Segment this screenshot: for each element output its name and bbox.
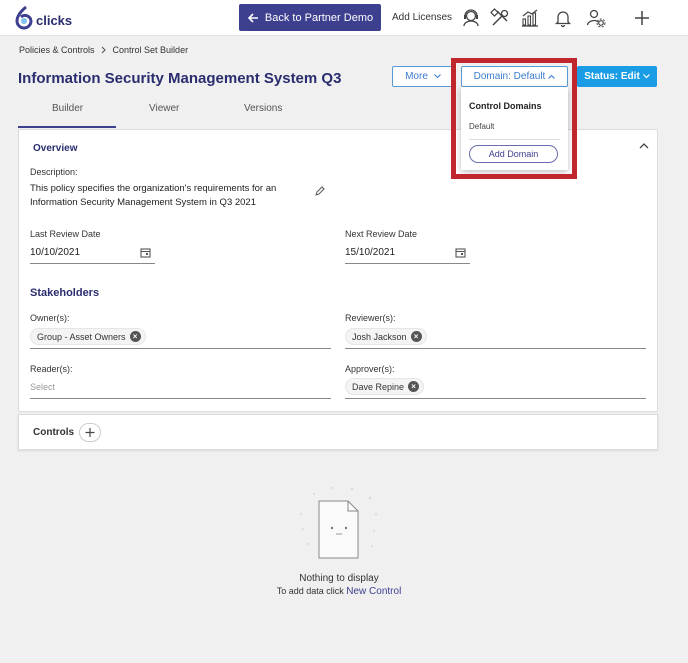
- owners-label: Owner(s):: [30, 313, 70, 323]
- more-button[interactable]: More: [392, 66, 454, 87]
- empty-state-hint: To add data click New Control: [0, 586, 678, 597]
- chevron-right-icon: [101, 46, 106, 54]
- chevron-down-icon: [434, 74, 441, 79]
- tab-versions[interactable]: Versions: [244, 103, 282, 114]
- remove-chip-icon[interactable]: ×: [129, 331, 141, 342]
- last-review-date-label: Last Review Date: [30, 229, 101, 239]
- calendar-icon[interactable]: [455, 247, 466, 258]
- next-review-date-underline: [345, 263, 470, 264]
- empty-state-title: Nothing to display: [299, 573, 379, 584]
- reviewers-label: Reviewer(s):: [345, 313, 396, 323]
- approver-chip-label: Dave Repine: [352, 381, 405, 392]
- description-line-2: Information Security Management System i…: [30, 197, 257, 208]
- more-button-label: More: [405, 71, 428, 82]
- reviewer-chip-label: Josh Jackson: [352, 331, 407, 342]
- user-settings-icon[interactable]: [586, 8, 606, 28]
- breadcrumb-item-control-set-builder: Control Set Builder: [112, 45, 189, 55]
- analytics-icon[interactable]: [520, 8, 540, 28]
- last-review-date-underline: [30, 263, 155, 264]
- owner-chip: Group - Asset Owners ×: [30, 328, 146, 345]
- breadcrumb-item-policies[interactable]: Policies & Controls: [19, 45, 95, 55]
- controls-card: Controls: [18, 414, 658, 450]
- arrow-left-icon: [247, 12, 258, 23]
- logo-mark-icon: [15, 6, 33, 30]
- back-to-partner-button[interactable]: Back to Partner Demo: [239, 4, 381, 31]
- top-bar: clicks Back to Partner Demo Add Licenses: [0, 0, 688, 36]
- page-title: Information Security Management System Q…: [18, 70, 342, 87]
- last-review-date-input[interactable]: 10/10/2021: [30, 247, 80, 258]
- approver-chip: Dave Repine ×: [345, 378, 425, 395]
- new-control-link[interactable]: New Control: [346, 586, 401, 597]
- chevron-down-icon: [642, 74, 650, 79]
- reviewer-chip: Josh Jackson ×: [345, 328, 427, 345]
- stakeholders-title: Stakeholders: [30, 287, 100, 299]
- description-label: Description:: [30, 167, 78, 177]
- logo-text: clicks: [36, 12, 73, 28]
- tab-builder[interactable]: Builder: [52, 103, 83, 114]
- add-licenses-link[interactable]: Add Licenses: [392, 12, 452, 23]
- support-agent-icon[interactable]: [461, 8, 481, 28]
- status-button-label: Status: Edit: [584, 71, 640, 82]
- plus-icon: [85, 428, 95, 437]
- empty-document-icon: [299, 486, 378, 559]
- tab-viewer[interactable]: Viewer: [149, 103, 179, 114]
- readers-label: Reader(s):: [30, 364, 73, 374]
- status-button[interactable]: Status: Edit: [577, 66, 657, 87]
- readers-underline: [30, 398, 331, 399]
- tools-icon[interactable]: [490, 8, 510, 28]
- calendar-icon[interactable]: [140, 247, 151, 258]
- highlight-box: [451, 58, 577, 179]
- reviewers-underline: [345, 348, 646, 349]
- breadcrumb: Policies & Controls Control Set Builder: [19, 45, 188, 55]
- back-to-partner-label: Back to Partner Demo: [264, 11, 374, 24]
- empty-state-hint-text: To add data click: [276, 586, 344, 596]
- approvers-underline: [345, 398, 646, 399]
- active-tab-indicator: [18, 126, 116, 128]
- add-control-button[interactable]: [79, 423, 101, 442]
- empty-state: Nothing to display To add data click New…: [0, 480, 688, 610]
- remove-chip-icon[interactable]: ×: [410, 331, 422, 342]
- remove-chip-icon[interactable]: ×: [408, 381, 420, 392]
- next-review-date-input[interactable]: 15/10/2021: [345, 247, 395, 258]
- chevron-up-icon[interactable]: [639, 142, 649, 149]
- approvers-label: Approver(s):: [345, 364, 395, 374]
- description-line-1: This policy specifies the organization's…: [30, 183, 277, 194]
- controls-title: Controls: [33, 427, 75, 438]
- readers-select[interactable]: Select: [30, 382, 55, 392]
- plus-icon[interactable]: [632, 8, 652, 28]
- next-review-date-label: Next Review Date: [345, 229, 418, 239]
- bell-icon[interactable]: [553, 8, 573, 28]
- owner-chip-label: Group - Asset Owners: [37, 331, 126, 342]
- owners-underline: [30, 348, 331, 349]
- overview-title[interactable]: Overview: [33, 143, 77, 154]
- logo[interactable]: clicks: [14, 6, 72, 30]
- pencil-icon[interactable]: [315, 186, 325, 196]
